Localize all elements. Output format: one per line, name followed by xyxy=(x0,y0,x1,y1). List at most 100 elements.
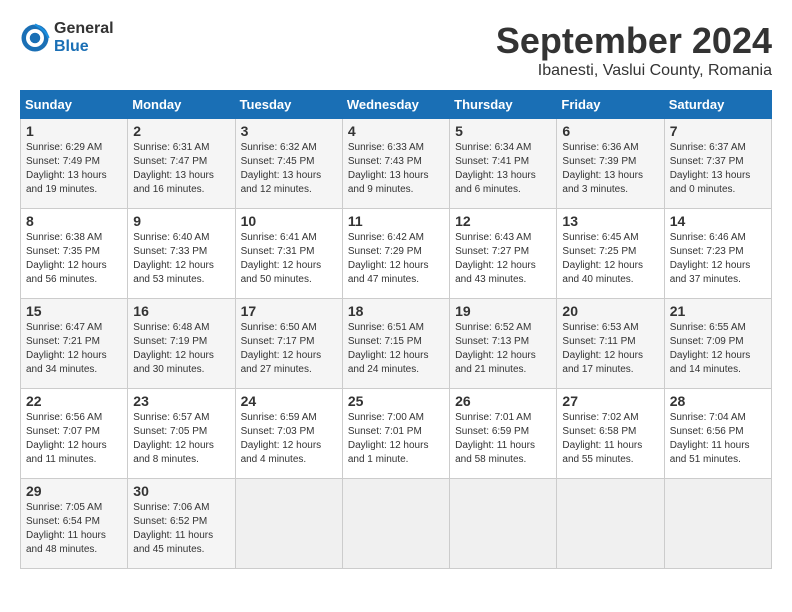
sunset-text: Sunset: 7:27 PM xyxy=(455,245,551,259)
sunset-text: Sunset: 7:43 PM xyxy=(348,155,444,169)
sunrise-text: Sunrise: 7:04 AM xyxy=(670,411,766,425)
day-info: Sunrise: 6:36 AM Sunset: 7:39 PM Dayligh… xyxy=(562,141,658,197)
day-info: Sunrise: 6:47 AM Sunset: 7:21 PM Dayligh… xyxy=(26,321,122,377)
calendar-cell: 23 Sunrise: 6:57 AM Sunset: 7:05 PM Dayl… xyxy=(128,389,235,479)
calendar-cell: 14 Sunrise: 6:46 AM Sunset: 7:23 PM Dayl… xyxy=(664,209,771,299)
sunset-text: Sunset: 7:29 PM xyxy=(348,245,444,259)
day-number: 25 xyxy=(348,393,444,409)
sunset-text: Sunset: 7:33 PM xyxy=(133,245,229,259)
logo: General Blue xyxy=(20,20,114,55)
calendar-cell: 27 Sunrise: 7:02 AM Sunset: 6:58 PM Dayl… xyxy=(557,389,664,479)
day-info: Sunrise: 7:00 AM Sunset: 7:01 PM Dayligh… xyxy=(348,411,444,467)
calendar-cell xyxy=(664,479,771,569)
day-info: Sunrise: 6:48 AM Sunset: 7:19 PM Dayligh… xyxy=(133,321,229,377)
sunset-text: Sunset: 7:35 PM xyxy=(26,245,122,259)
sunrise-text: Sunrise: 6:31 AM xyxy=(133,141,229,155)
col-header-friday: Friday xyxy=(557,91,664,119)
daylight-text: Daylight: 12 hours and 37 minutes. xyxy=(670,259,766,287)
calendar-cell: 15 Sunrise: 6:47 AM Sunset: 7:21 PM Dayl… xyxy=(21,299,128,389)
day-info: Sunrise: 6:46 AM Sunset: 7:23 PM Dayligh… xyxy=(670,231,766,287)
day-info: Sunrise: 6:53 AM Sunset: 7:11 PM Dayligh… xyxy=(562,321,658,377)
calendar-cell: 6 Sunrise: 6:36 AM Sunset: 7:39 PM Dayli… xyxy=(557,119,664,209)
header-row: SundayMondayTuesdayWednesdayThursdayFrid… xyxy=(21,91,772,119)
col-header-tuesday: Tuesday xyxy=(235,91,342,119)
sunset-text: Sunset: 7:13 PM xyxy=(455,335,551,349)
sunrise-text: Sunrise: 6:57 AM xyxy=(133,411,229,425)
daylight-text: Daylight: 12 hours and 43 minutes. xyxy=(455,259,551,287)
logo-blue: Blue xyxy=(54,38,114,56)
day-number: 30 xyxy=(133,483,229,499)
day-number: 2 xyxy=(133,123,229,139)
calendar-cell: 21 Sunrise: 6:55 AM Sunset: 7:09 PM Dayl… xyxy=(664,299,771,389)
col-header-monday: Monday xyxy=(128,91,235,119)
daylight-text: Daylight: 11 hours and 48 minutes. xyxy=(26,529,122,557)
page-header: General Blue September 2024 Ibanesti, Va… xyxy=(20,20,772,80)
daylight-text: Daylight: 12 hours and 47 minutes. xyxy=(348,259,444,287)
daylight-text: Daylight: 12 hours and 14 minutes. xyxy=(670,349,766,377)
sunrise-text: Sunrise: 6:43 AM xyxy=(455,231,551,245)
sunrise-text: Sunrise: 7:00 AM xyxy=(348,411,444,425)
sunset-text: Sunset: 7:09 PM xyxy=(670,335,766,349)
day-number: 16 xyxy=(133,303,229,319)
daylight-text: Daylight: 13 hours and 9 minutes. xyxy=(348,169,444,197)
sunrise-text: Sunrise: 6:38 AM xyxy=(26,231,122,245)
col-header-sunday: Sunday xyxy=(21,91,128,119)
sunrise-text: Sunrise: 6:47 AM xyxy=(26,321,122,335)
day-info: Sunrise: 6:56 AM Sunset: 7:07 PM Dayligh… xyxy=(26,411,122,467)
day-info: Sunrise: 6:33 AM Sunset: 7:43 PM Dayligh… xyxy=(348,141,444,197)
day-number: 18 xyxy=(348,303,444,319)
sunrise-text: Sunrise: 6:59 AM xyxy=(241,411,337,425)
sunrise-text: Sunrise: 6:40 AM xyxy=(133,231,229,245)
logo-icon xyxy=(20,23,50,53)
sunset-text: Sunset: 7:07 PM xyxy=(26,425,122,439)
daylight-text: Daylight: 11 hours and 58 minutes. xyxy=(455,439,551,467)
calendar-cell: 28 Sunrise: 7:04 AM Sunset: 6:56 PM Dayl… xyxy=(664,389,771,479)
sunrise-text: Sunrise: 6:32 AM xyxy=(241,141,337,155)
calendar-week-3: 15 Sunrise: 6:47 AM Sunset: 7:21 PM Dayl… xyxy=(21,299,772,389)
sunrise-text: Sunrise: 6:56 AM xyxy=(26,411,122,425)
day-number: 21 xyxy=(670,303,766,319)
calendar-cell xyxy=(557,479,664,569)
sunrise-text: Sunrise: 6:55 AM xyxy=(670,321,766,335)
daylight-text: Daylight: 12 hours and 53 minutes. xyxy=(133,259,229,287)
day-number: 15 xyxy=(26,303,122,319)
sunset-text: Sunset: 7:05 PM xyxy=(133,425,229,439)
day-info: Sunrise: 6:45 AM Sunset: 7:25 PM Dayligh… xyxy=(562,231,658,287)
day-number: 4 xyxy=(348,123,444,139)
daylight-text: Daylight: 12 hours and 1 minute. xyxy=(348,439,444,467)
day-number: 10 xyxy=(241,213,337,229)
sunset-text: Sunset: 6:58 PM xyxy=(562,425,658,439)
calendar-week-4: 22 Sunrise: 6:56 AM Sunset: 7:07 PM Dayl… xyxy=(21,389,772,479)
calendar-cell: 17 Sunrise: 6:50 AM Sunset: 7:17 PM Dayl… xyxy=(235,299,342,389)
day-info: Sunrise: 6:38 AM Sunset: 7:35 PM Dayligh… xyxy=(26,231,122,287)
sunrise-text: Sunrise: 6:51 AM xyxy=(348,321,444,335)
daylight-text: Daylight: 12 hours and 27 minutes. xyxy=(241,349,337,377)
sunrise-text: Sunrise: 6:41 AM xyxy=(241,231,337,245)
col-header-wednesday: Wednesday xyxy=(342,91,449,119)
sunset-text: Sunset: 7:45 PM xyxy=(241,155,337,169)
col-header-saturday: Saturday xyxy=(664,91,771,119)
sunset-text: Sunset: 7:03 PM xyxy=(241,425,337,439)
month-title: September 2024 xyxy=(496,20,772,62)
sunset-text: Sunset: 7:31 PM xyxy=(241,245,337,259)
day-info: Sunrise: 7:05 AM Sunset: 6:54 PM Dayligh… xyxy=(26,501,122,557)
day-info: Sunrise: 6:29 AM Sunset: 7:49 PM Dayligh… xyxy=(26,141,122,197)
sunrise-text: Sunrise: 6:36 AM xyxy=(562,141,658,155)
day-number: 28 xyxy=(670,393,766,409)
sunset-text: Sunset: 6:54 PM xyxy=(26,515,122,529)
calendar-cell: 30 Sunrise: 7:06 AM Sunset: 6:52 PM Dayl… xyxy=(128,479,235,569)
daylight-text: Daylight: 12 hours and 40 minutes. xyxy=(562,259,658,287)
day-info: Sunrise: 6:50 AM Sunset: 7:17 PM Dayligh… xyxy=(241,321,337,377)
calendar-cell: 1 Sunrise: 6:29 AM Sunset: 7:49 PM Dayli… xyxy=(21,119,128,209)
day-info: Sunrise: 6:51 AM Sunset: 7:15 PM Dayligh… xyxy=(348,321,444,377)
day-info: Sunrise: 6:43 AM Sunset: 7:27 PM Dayligh… xyxy=(455,231,551,287)
day-number: 6 xyxy=(562,123,658,139)
sunrise-text: Sunrise: 6:42 AM xyxy=(348,231,444,245)
day-number: 27 xyxy=(562,393,658,409)
day-number: 3 xyxy=(241,123,337,139)
day-info: Sunrise: 6:34 AM Sunset: 7:41 PM Dayligh… xyxy=(455,141,551,197)
daylight-text: Daylight: 11 hours and 45 minutes. xyxy=(133,529,229,557)
day-info: Sunrise: 7:02 AM Sunset: 6:58 PM Dayligh… xyxy=(562,411,658,467)
sunset-text: Sunset: 7:37 PM xyxy=(670,155,766,169)
day-number: 8 xyxy=(26,213,122,229)
